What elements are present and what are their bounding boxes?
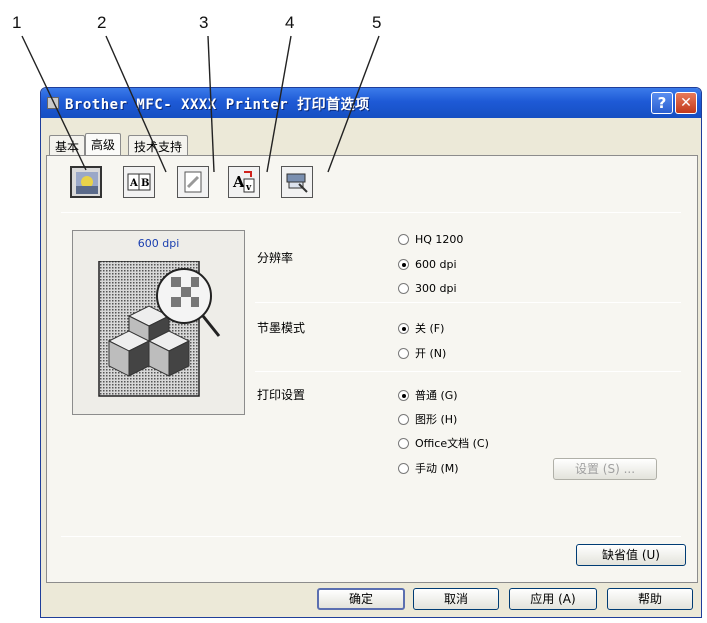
toner-divider xyxy=(255,371,681,372)
close-icon: ✕ xyxy=(680,95,692,111)
duplex-icon: A B xyxy=(127,173,151,191)
radio-office-document[interactable]: Office文档 (C) xyxy=(398,435,489,451)
radio-label: 600 dpi xyxy=(415,258,457,271)
default-button[interactable]: 缺省值 (U) xyxy=(576,544,686,566)
radio-label: HQ 1200 xyxy=(415,233,464,246)
apply-button[interactable]: 应用 (A) xyxy=(509,588,597,610)
print-quality-icon xyxy=(76,172,98,194)
toolbar-divider xyxy=(61,212,681,213)
radio-label: 300 dpi xyxy=(415,282,457,295)
radio-button[interactable] xyxy=(398,347,409,359)
preview-box: 600 dpi xyxy=(72,230,245,415)
resolution-divider xyxy=(255,302,681,303)
radio-label: Office文档 (C) xyxy=(415,437,489,450)
printer-preferences-dialog: Brother MFC- XXXX Printer 打印首选项 ? ✕ 基本 高… xyxy=(40,87,702,618)
radio-button[interactable] xyxy=(398,413,409,425)
print-quality-button[interactable] xyxy=(70,166,102,198)
cancel-button[interactable]: 取消 xyxy=(413,588,499,610)
watermark-button[interactable] xyxy=(177,166,209,198)
svg-text:B: B xyxy=(141,178,149,189)
page-setting-button[interactable]: A v xyxy=(228,166,260,198)
toner-save-label: 节墨模式 xyxy=(257,321,306,335)
radio-button[interactable] xyxy=(398,283,409,294)
svg-text:v: v xyxy=(245,183,252,193)
callout-number-1: 1 xyxy=(12,13,22,32)
device-options-button[interactable] xyxy=(281,166,313,198)
preview-image xyxy=(98,261,221,397)
callout-number-3: 3 xyxy=(199,13,209,32)
radio-button[interactable] xyxy=(398,389,409,401)
radio-button[interactable] xyxy=(398,437,409,449)
tab-label: 技术支持 xyxy=(134,140,183,154)
settings-button[interactable]: 设置 (S) ... xyxy=(553,458,657,480)
svg-text:A: A xyxy=(129,178,138,189)
callout-number-5: 5 xyxy=(372,13,382,32)
bottom-divider xyxy=(61,536,681,537)
device-options-icon xyxy=(286,173,308,193)
radio-general[interactable]: 普通 (G) xyxy=(398,387,458,403)
tab-support[interactable]: 技术支持 xyxy=(128,135,189,155)
tab-advanced[interactable]: 高级 xyxy=(85,133,122,155)
help-title-button[interactable]: ? xyxy=(651,92,673,114)
print-setting-label: 打印设置 xyxy=(257,388,306,402)
page-setting-icon: A v xyxy=(232,171,255,193)
tab-label: 基本 xyxy=(55,140,80,154)
window-title: Brother MFC- XXXX Printer 打印首选项 xyxy=(65,97,370,113)
duplex-button[interactable]: A B xyxy=(123,166,155,198)
radio-button[interactable] xyxy=(398,259,409,270)
svg-text:A: A xyxy=(232,173,245,191)
title-bar[interactable]: Brother MFC- XXXX Printer 打印首选项 ? ✕ xyxy=(41,88,701,118)
radio-600dpi[interactable]: 600 dpi xyxy=(398,258,457,271)
question-mark-icon: ? xyxy=(657,94,667,112)
radio-label: 关 (F) xyxy=(415,322,445,335)
watermark-icon xyxy=(184,171,202,193)
radio-toner-off[interactable]: 关 (F) xyxy=(398,320,444,336)
radio-label: 开 (N) xyxy=(415,347,447,360)
radio-label: 手动 (M) xyxy=(415,462,459,475)
radio-label: 普通 (G) xyxy=(415,389,458,402)
radio-button[interactable] xyxy=(398,322,409,334)
radio-graphics[interactable]: 图形 (H) xyxy=(398,411,457,427)
radio-label: 图形 (H) xyxy=(415,413,458,426)
callout-number-2: 2 xyxy=(97,13,107,32)
radio-toner-on[interactable]: 开 (N) xyxy=(398,345,446,361)
tab-label: 高级 xyxy=(91,138,116,152)
ok-button[interactable]: 确定 xyxy=(317,588,405,610)
close-button[interactable]: ✕ xyxy=(675,92,697,114)
printer-icon xyxy=(47,97,59,109)
radio-hq1200[interactable]: HQ 1200 xyxy=(398,233,463,246)
help-button[interactable]: 帮助 xyxy=(607,588,693,610)
resolution-label: 分辨率 xyxy=(257,251,294,265)
radio-button[interactable] xyxy=(398,462,409,474)
tab-basic[interactable]: 基本 xyxy=(49,135,86,155)
radio-300dpi[interactable]: 300 dpi xyxy=(398,282,457,295)
preview-resolution-label: 600 dpi xyxy=(137,237,180,250)
radio-manual[interactable]: 手动 (M) xyxy=(398,460,459,476)
radio-button[interactable] xyxy=(398,234,409,245)
callout-number-4: 4 xyxy=(285,13,295,32)
